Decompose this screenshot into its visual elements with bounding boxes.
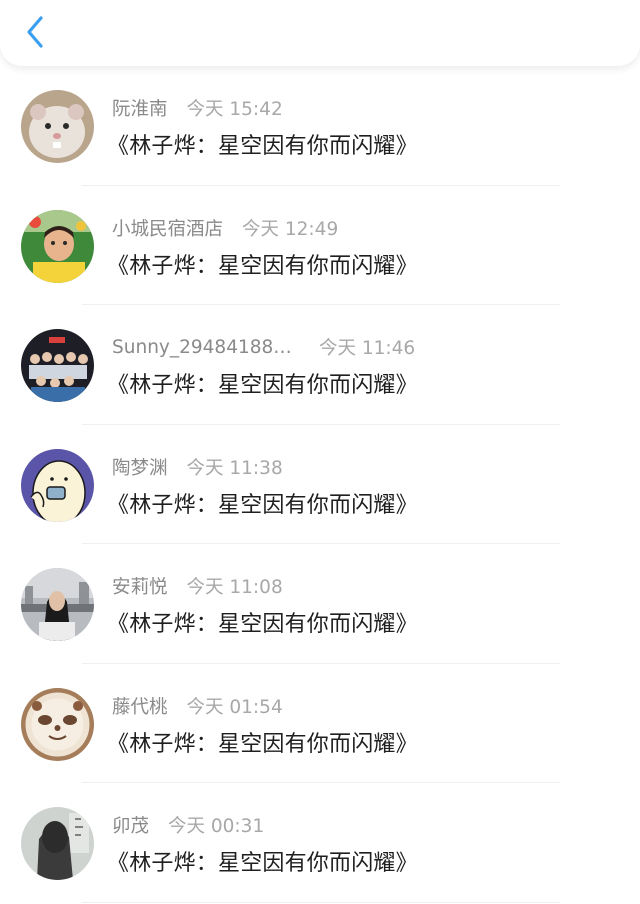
- comment-meta: 陶梦渊 今天 11:38: [112, 455, 283, 479]
- divider: [82, 901, 560, 903]
- list-item[interactable]: 藤代桃 今天 01:54 《林子烨：星空因有你而闪耀》: [0, 664, 640, 783]
- comment-meta: 卯茂 今天 00:31: [112, 813, 264, 837]
- timestamp: 今天 15:42: [186, 99, 283, 120]
- timestamp: 今天 01:54: [186, 696, 283, 718]
- comment-meta: 阮淮南 今天 15:42: [112, 96, 283, 120]
- timestamp: 今天 12:49: [242, 218, 339, 240]
- user-name[interactable]: 小城民宿酒店: [112, 215, 223, 241]
- comment-text: 《林子烨：星空因有你而闪耀》: [107, 492, 418, 518]
- user-name[interactable]: 陶梦渊: [112, 454, 168, 480]
- comment-text: 《林子烨：星空因有你而闪耀》: [107, 373, 418, 398]
- comment-text: 《林子烨：星空因有你而闪耀》: [107, 134, 418, 159]
- user-name[interactable]: 安莉悦: [112, 573, 168, 599]
- list-item[interactable]: 阮淮南 今天 15:42 《林子烨：星空因有你而闪耀》: [0, 66, 640, 186]
- comment-text: 《林子烨：星空因有你而闪耀》: [107, 851, 418, 876]
- user-name[interactable]: 藤代桃: [112, 693, 168, 719]
- chevron-left-icon: [27, 16, 43, 48]
- avatar[interactable]: [21, 807, 94, 880]
- timestamp: 今天 11:46: [319, 338, 416, 359]
- list-item[interactable]: 卯茂 今天 00:31 《林子烨：星空因有你而闪耀》: [0, 783, 640, 903]
- comment-meta: 藤代桃 今天 01:54: [112, 694, 283, 718]
- list-item[interactable]: 陶梦渊 今天 11:38 《林子烨：星空因有你而闪耀》: [0, 425, 640, 544]
- timestamp: 今天 11:08: [186, 577, 283, 598]
- timestamp: 今天 11:38: [186, 457, 283, 479]
- comment-list: 阮淮南 今天 15:42 《林子烨：星空因有你而闪耀》 小城民宿酒店 今天 12…: [0, 66, 640, 903]
- comment-meta: 小城民宿酒店 今天 12:49: [112, 216, 338, 240]
- top-bar: [0, 0, 640, 66]
- timestamp: 今天 00:31: [168, 816, 265, 837]
- comment-text: 《林子烨：星空因有你而闪耀》: [107, 612, 418, 637]
- comment-meta: Sunny_294841881... 今天 11:46: [112, 335, 416, 360]
- avatar[interactable]: [21, 90, 94, 163]
- user-name[interactable]: 阮淮南: [112, 95, 168, 121]
- avatar[interactable]: [21, 448, 94, 522]
- list-item[interactable]: Sunny_294841881... 今天 11:46 《林子烨：星空因有你而闪…: [0, 305, 640, 425]
- avatar[interactable]: [21, 329, 94, 402]
- comment-text: 《林子烨：星空因有你而闪耀》: [107, 731, 418, 757]
- avatar[interactable]: [21, 209, 94, 283]
- avatar[interactable]: [21, 687, 94, 761]
- list-item[interactable]: 小城民宿酒店 今天 12:49 《林子烨：星空因有你而闪耀》: [0, 186, 640, 305]
- avatar[interactable]: [21, 568, 94, 641]
- comment-meta: 安莉悦 今天 11:08: [112, 574, 283, 598]
- comment-text: 《林子烨：星空因有你而闪耀》: [107, 253, 418, 279]
- back-button[interactable]: [16, 10, 56, 54]
- user-name[interactable]: 卯茂: [112, 812, 149, 838]
- user-name[interactable]: Sunny_294841881...: [112, 337, 300, 358]
- list-item[interactable]: 安莉悦 今天 11:08 《林子烨：星空因有你而闪耀》: [0, 544, 640, 664]
